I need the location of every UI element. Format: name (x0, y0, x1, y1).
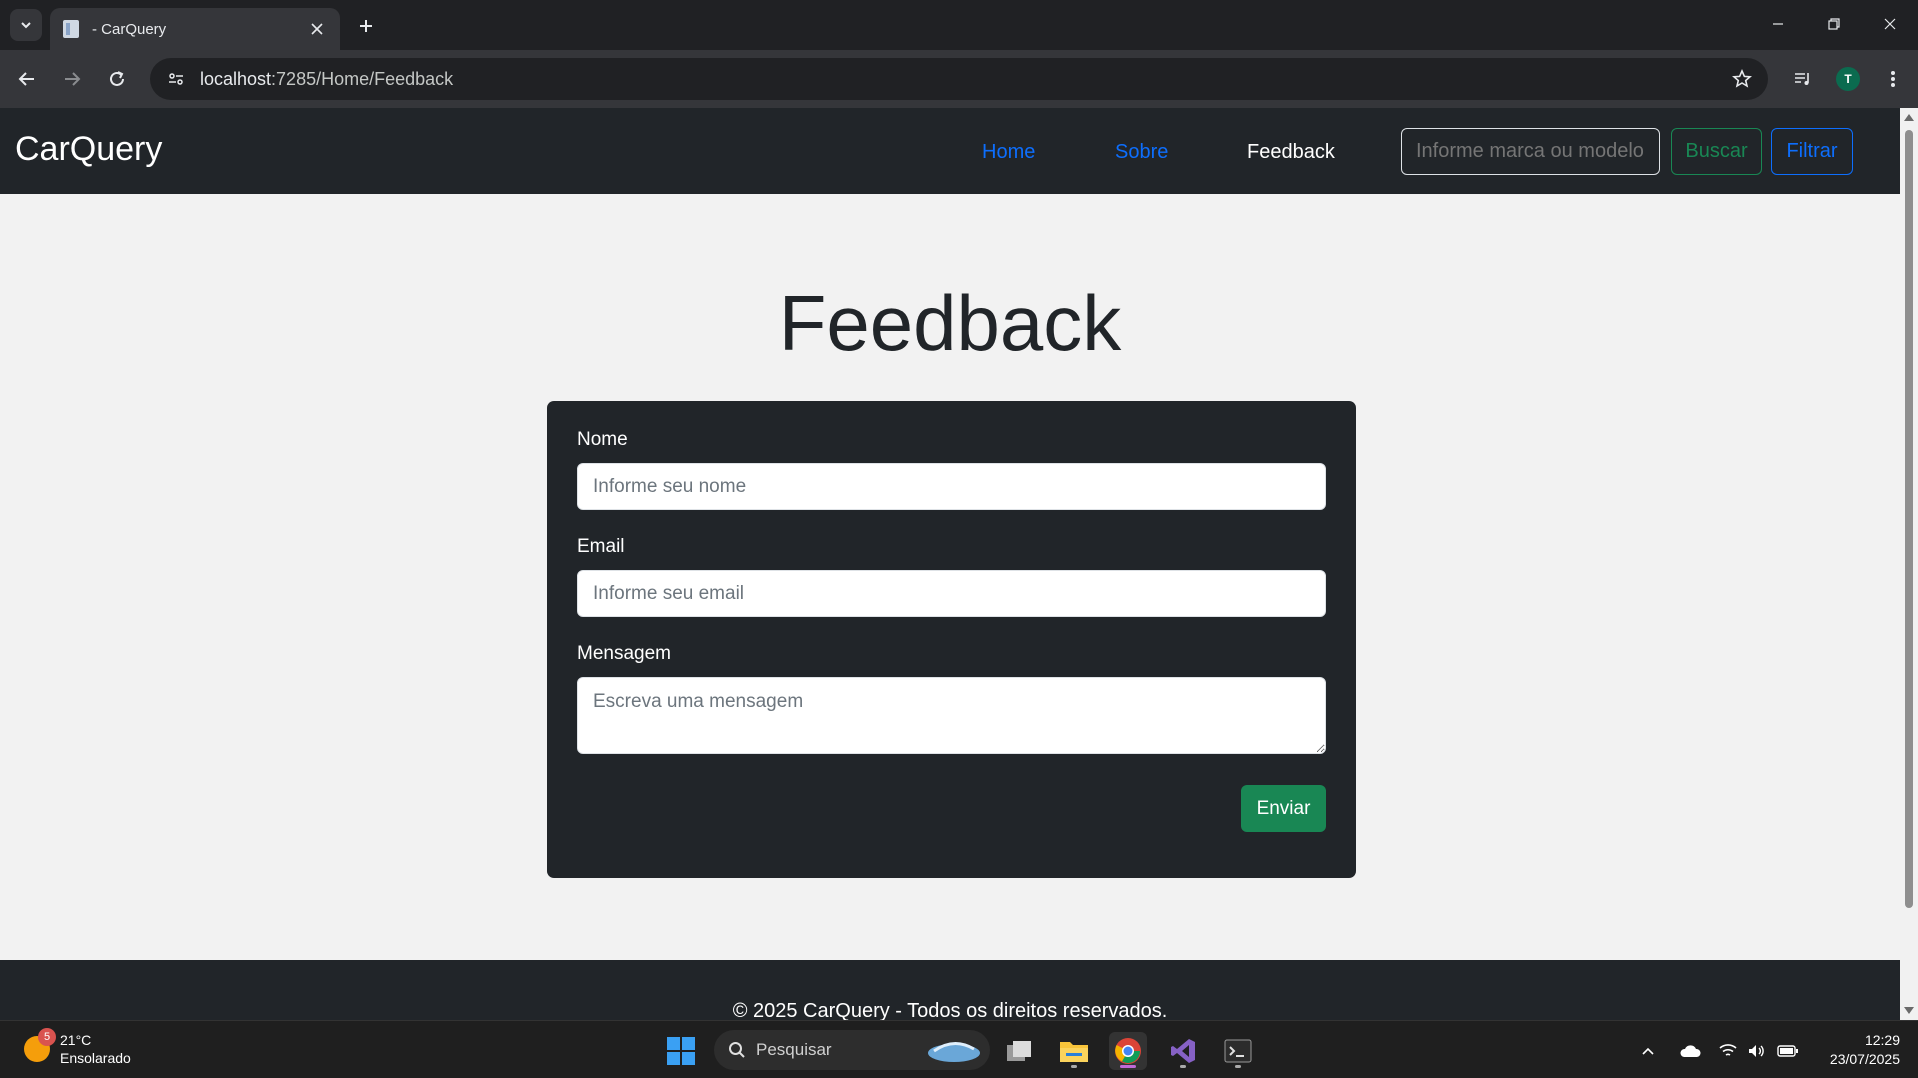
taskbar-clock[interactable]: 12:29 23/07/2025 (1816, 1031, 1900, 1069)
running-indicator (1180, 1065, 1186, 1068)
visual-studio-icon (1171, 1039, 1195, 1063)
feedback-form: Nome Email Mensagem Enviar (547, 401, 1356, 878)
page-title: Feedback (778, 279, 1122, 367)
arrow-left-icon (18, 72, 34, 86)
onedrive-tray[interactable] (1678, 1039, 1702, 1063)
minimize-icon (1773, 23, 1783, 25)
windows-logo-icon (667, 1037, 695, 1065)
speaker-icon (1749, 1045, 1764, 1057)
browser-toolbar: localhost:7285/Home/Feedback T (0, 50, 1918, 108)
chrome-taskbar-button[interactable] (1109, 1032, 1147, 1070)
email-field[interactable] (577, 570, 1326, 617)
car-search-input[interactable] (1401, 128, 1660, 175)
page-viewport: CarQuery Home Sobre Feedback Buscar Filt… (0, 108, 1900, 1020)
mensagem-field[interactable] (577, 677, 1326, 754)
weather-temperature: 21°C (60, 1032, 92, 1048)
nome-label: Nome (577, 429, 628, 450)
battery-tray[interactable] (1776, 1039, 1800, 1063)
weather-widget[interactable]: 5 21°C Ensolarado (24, 1028, 131, 1067)
scroll-thumb[interactable] (1905, 130, 1913, 908)
more-vertical-icon (1891, 71, 1895, 87)
email-label: Email (577, 536, 625, 557)
mensagem-label: Mensagem (577, 643, 671, 664)
tab-title: - CarQuery (92, 20, 167, 38)
reload-icon (110, 71, 124, 86)
page-scrollbar[interactable] (1900, 108, 1918, 1020)
volume-tray[interactable] (1744, 1039, 1768, 1063)
task-view-button[interactable] (1000, 1032, 1038, 1070)
nav-link-home[interactable]: Home (982, 141, 1035, 164)
show-hidden-icons-button[interactable] (1636, 1039, 1660, 1063)
address-bar[interactable]: localhost:7285/Home/Feedback (150, 58, 1768, 100)
nav-link-sobre[interactable]: Sobre (1115, 141, 1168, 164)
terminal-button[interactable] (1219, 1032, 1257, 1070)
browser-tab[interactable]: - CarQuery (50, 8, 340, 50)
site-footer: © 2025 CarQuery - Todos os direitos rese… (0, 960, 1900, 1020)
chevron-up-icon (1642, 1047, 1654, 1055)
buscar-button[interactable]: Buscar (1671, 128, 1762, 175)
site-info-icon[interactable] (156, 63, 196, 95)
tab-close-icon[interactable] (306, 18, 328, 40)
search-icon (729, 1042, 745, 1058)
reload-button[interactable] (100, 62, 134, 96)
profile-button[interactable]: T (1831, 62, 1865, 96)
arrow-right-icon (65, 72, 81, 86)
taskbar-search-label: Pesquisar (756, 1040, 832, 1059)
site-navbar: CarQuery Home Sobre Feedback Buscar Filt… (0, 108, 1900, 194)
folder-icon (1060, 1042, 1088, 1062)
wifi-tray[interactable] (1716, 1039, 1740, 1063)
browser-tabstrip: - CarQuery (0, 0, 1918, 50)
filtrar-button[interactable]: Filtrar (1771, 128, 1853, 175)
restore-icon (1828, 18, 1840, 30)
sun-icon: 5 (24, 1028, 56, 1062)
battery-icon (1777, 1045, 1798, 1057)
clock-time: 12:29 (1864, 1032, 1900, 1048)
active-indicator (1120, 1065, 1136, 1068)
weather-badge: 5 (38, 1028, 56, 1046)
close-icon (1884, 18, 1896, 30)
minimize-button[interactable] (1750, 0, 1806, 48)
close-window-button[interactable] (1862, 0, 1918, 48)
terminal-icon (1224, 1039, 1252, 1063)
playlist-icon (1795, 73, 1809, 85)
weather-description: Ensolarado (60, 1050, 131, 1066)
restore-button[interactable] (1806, 0, 1862, 48)
file-explorer-button[interactable] (1055, 1032, 1093, 1070)
plus-icon (360, 20, 372, 32)
page-favicon-icon (63, 20, 79, 38)
forward-button[interactable] (55, 62, 89, 96)
chevron-down-icon (21, 22, 31, 29)
browser-menu-button[interactable] (1876, 62, 1910, 96)
site-brand[interactable]: CarQuery (15, 130, 162, 169)
enviar-button[interactable]: Enviar (1241, 785, 1326, 832)
task-view-icon (1007, 1041, 1031, 1061)
running-indicator (1071, 1065, 1077, 1068)
url-path: :7285/Home/Feedback (271, 68, 454, 89)
scroll-up-arrow-icon[interactable] (1904, 114, 1914, 121)
visual-studio-button[interactable] (1164, 1032, 1202, 1070)
scroll-down-arrow-icon[interactable] (1904, 1007, 1914, 1014)
footer-copyright: © 2025 CarQuery - Todos os direitos rese… (732, 1000, 1168, 1020)
clock-date: 23/07/2025 (1829, 1051, 1900, 1067)
media-controls-button[interactable] (1786, 62, 1820, 96)
search-highlight-icon (928, 1042, 980, 1062)
url-host: localhost (200, 68, 272, 89)
avatar: T (1836, 67, 1860, 91)
nav-link-feedback[interactable]: Feedback (1247, 141, 1335, 164)
running-indicator (1235, 1065, 1241, 1068)
chrome-icon (1115, 1038, 1141, 1064)
wifi-icon (1719, 1044, 1737, 1056)
taskbar-search[interactable]: Pesquisar (714, 1030, 990, 1070)
start-button[interactable] (662, 1032, 700, 1070)
tab-search-button[interactable] (10, 9, 42, 41)
url-text: localhost:7285/Home/Feedback (200, 69, 1722, 90)
windows-taskbar: 5 21°C Ensolarado Pesquisar 12:29 23/07/… (0, 1020, 1918, 1078)
new-tab-button[interactable] (350, 10, 382, 42)
back-button[interactable] (10, 62, 44, 96)
cloud-icon (1680, 1045, 1701, 1057)
nome-field[interactable] (577, 463, 1326, 510)
bookmark-star-icon[interactable] (1722, 61, 1762, 97)
